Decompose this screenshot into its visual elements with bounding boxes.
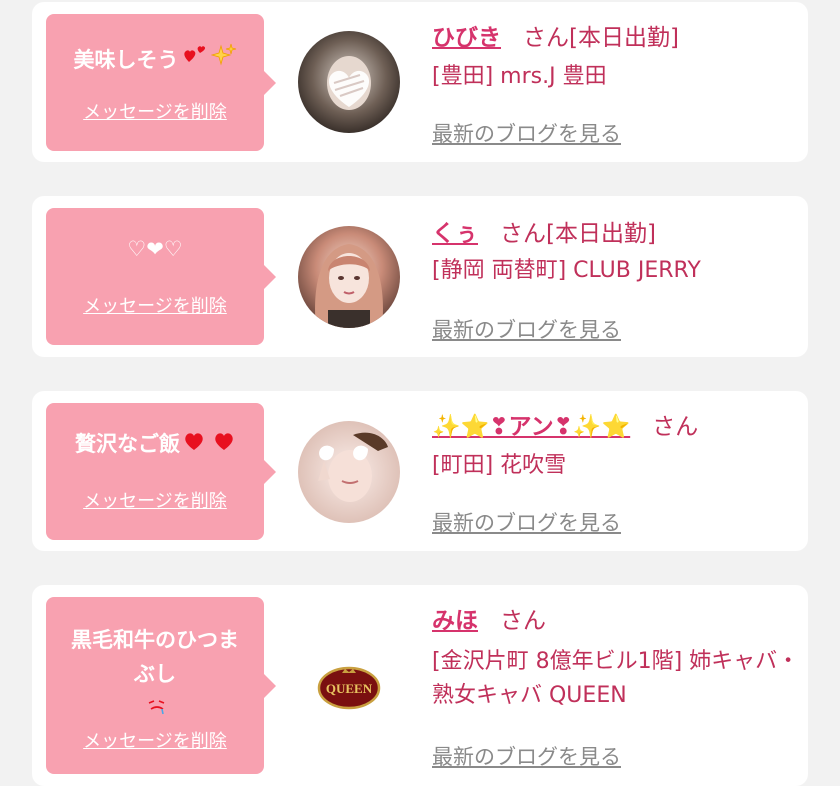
cast-name-link[interactable]: ✨⭐❣アン❣✨⭐ <box>432 407 630 441</box>
latest-blog-link[interactable]: 最新のブログを見る <box>432 507 621 537</box>
latest-blog-link[interactable]: 最新のブログを見る <box>432 314 621 344</box>
cast-name-link[interactable]: みほ <box>432 601 478 635</box>
peace-sign-girl-avatar[interactable] <box>298 421 400 523</box>
message-card: 黒毛和牛のひつまぶし メッセージを削除 QUEEN みほ さん [金沢片町 8億… <box>32 585 808 786</box>
cast-name-link[interactable]: ひびき <box>432 18 501 52</box>
message-card: 美味しそう メッセージを削除 ひびき さん[本日出勤] [豊田] mrs.J 豊… <box>32 2 808 162</box>
delete-message-link[interactable]: メッセージを削除 <box>46 487 264 513</box>
pink-hair-girl-avatar[interactable] <box>298 226 400 328</box>
message-card: ♡❤♡ メッセージを削除 くぅ さん[本日出勤] [静岡 両替町] CLUB J… <box>32 196 808 357</box>
heart-icon <box>183 427 205 461</box>
cast-name-suffix: さん[本日出勤] <box>523 25 679 51</box>
delete-message-link[interactable]: メッセージを削除 <box>46 98 264 124</box>
message-text: ♡❤♡ <box>127 237 183 261</box>
cast-info: みほ さん [金沢片町 8億年ビル1階] 姉キャバ・熟女キャバ QUEEN 最新… <box>432 601 802 769</box>
message-text: 美味しそう <box>73 48 179 72</box>
heart-icon <box>213 427 235 461</box>
shop-name: [静岡 両替町] CLUB JERRY <box>432 258 701 283</box>
cast-info: ひびき さん[本日出勤] [豊田] mrs.J 豊田 最新のブログを見る <box>432 18 802 146</box>
message-bubble: 贅沢なご飯 メッセージを削除 <box>46 403 276 540</box>
latest-blog-link[interactable]: 最新のブログを見る <box>432 118 621 148</box>
blurred-heart-face-avatar[interactable] <box>298 31 400 133</box>
message-bubble: 黒毛和牛のひつまぶし メッセージを削除 <box>46 597 276 774</box>
queen-logo-avatar[interactable]: QUEEN <box>298 637 400 739</box>
message-bubble: 美味しそう メッセージを削除 <box>46 14 276 151</box>
message-text: 黒毛和牛のひつまぶし <box>71 628 239 686</box>
latest-blog-link[interactable]: 最新のブログを見る <box>432 741 621 771</box>
message-bubble: ♡❤♡ メッセージを削除 <box>46 208 276 345</box>
shop-name: [金沢片町 8億年ビル1階] 姉キャバ・熟女キャバ QUEEN <box>432 649 800 708</box>
two-hearts-icon <box>182 42 208 78</box>
cast-name-link[interactable]: くぅ <box>432 214 478 248</box>
drooling-face-icon <box>146 691 168 725</box>
message-text: 贅沢なご飯 <box>75 432 180 456</box>
svg-text:QUEEN: QUEEN <box>326 681 373 696</box>
shop-name: [町田] 花吹雪 <box>432 453 567 478</box>
cast-info: くぅ さん[本日出勤] [静岡 両替町] CLUB JERRY 最新のブログを見… <box>432 214 802 342</box>
shop-name: [豊田] mrs.J 豊田 <box>432 64 607 89</box>
cast-name-suffix: さん[本日出勤] <box>500 221 656 247</box>
cast-name-suffix: さん <box>500 608 546 634</box>
delete-message-link[interactable]: メッセージを削除 <box>46 292 264 318</box>
message-list: 美味しそう メッセージを削除 ひびき さん[本日出勤] [豊田] mrs.J 豊… <box>0 0 840 786</box>
delete-message-link[interactable]: メッセージを削除 <box>46 727 264 753</box>
cast-info: ✨⭐❣アン❣✨⭐ さん [町田] 花吹雪 最新のブログを見る <box>432 407 802 535</box>
sparkles-icon <box>210 42 237 78</box>
cast-name-suffix: さん <box>652 414 699 440</box>
message-card: 贅沢なご飯 メッセージを削除 ✨⭐❣アン❣✨⭐ さん [町田] 花吹雪 最新のブ… <box>32 391 808 551</box>
